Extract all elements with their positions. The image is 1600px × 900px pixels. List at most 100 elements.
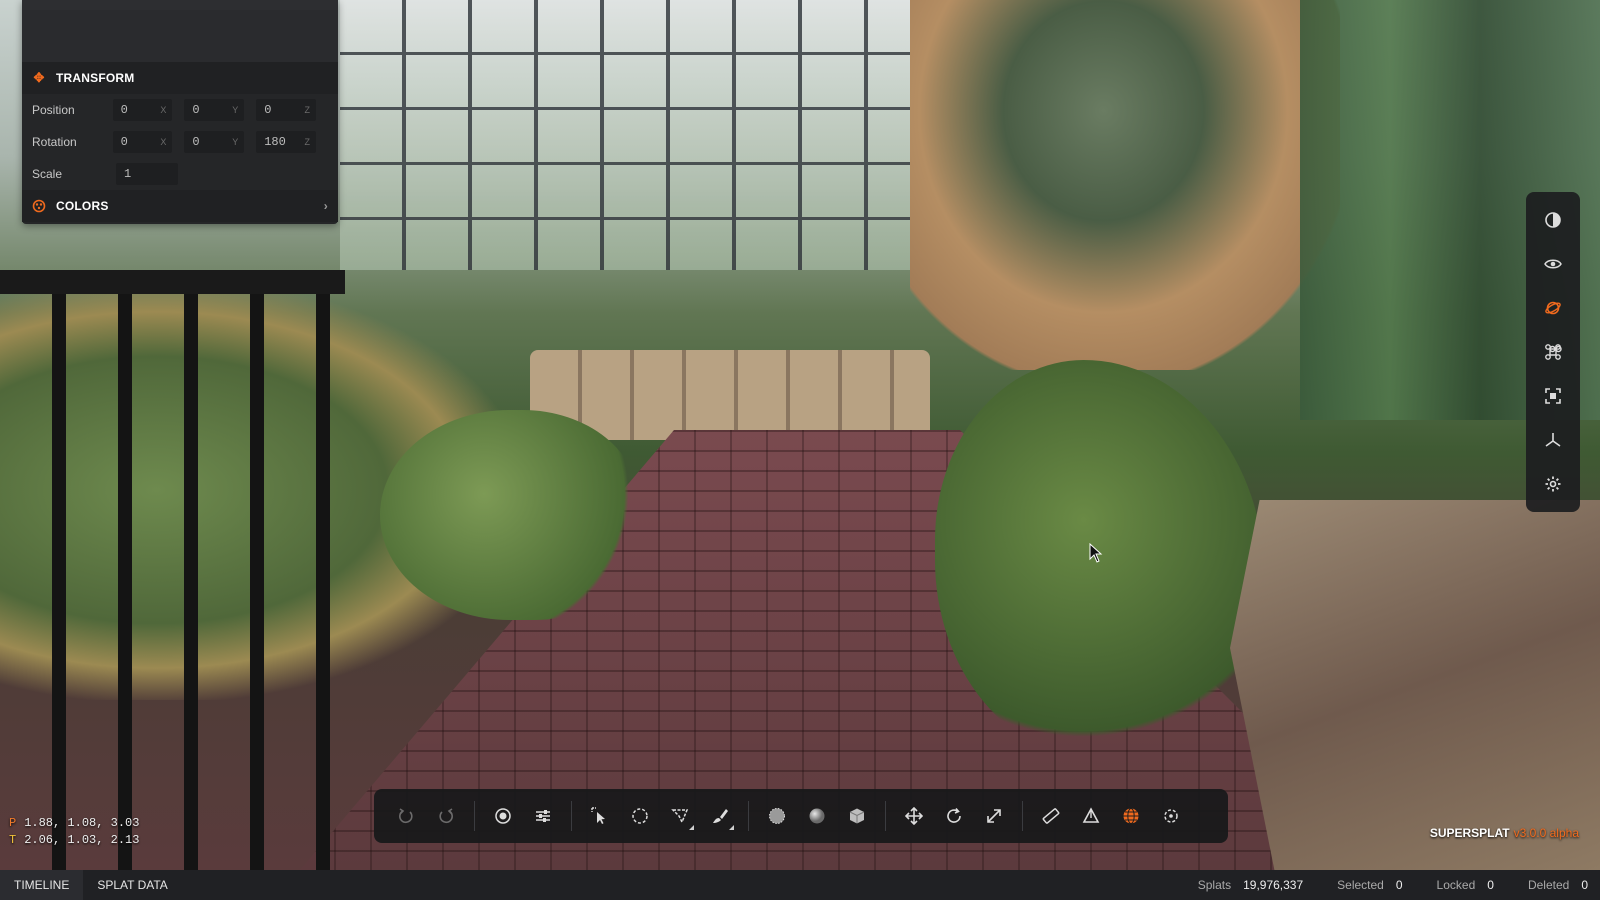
origin-icon — [1164, 809, 1178, 823]
rotation-row: Rotation 0X 0Y 180 Z — [22, 126, 338, 158]
colors-header[interactable]: COLORS › — [22, 190, 338, 222]
brand-name: SUPERSPLAT — [1429, 826, 1510, 840]
submenu-indicator — [729, 825, 734, 830]
colors-title: COLORS — [56, 199, 109, 213]
camera-target: T 2.06, 1.03, 2.13 — [9, 833, 140, 847]
rotation-z-input[interactable]: 180 Z — [256, 131, 317, 153]
box-select-button[interactable] — [837, 796, 877, 836]
axes-icon — [1545, 433, 1561, 447]
stat-locked: Locked 0 — [1436, 878, 1494, 892]
stat-splats: Splats 19,976,337 — [1197, 878, 1304, 892]
splat-view-button[interactable] — [757, 796, 797, 836]
picker-icon — [495, 808, 511, 824]
toolbar-separator — [1022, 801, 1023, 831]
undo-button[interactable] — [386, 796, 426, 836]
coord-space-icon — [1123, 808, 1139, 824]
camera-readout: P 1.88, 1.08, 3.03 T 2.06, 1.03, 2.13 — [9, 815, 139, 849]
pivot-button[interactable] — [1071, 796, 1111, 836]
rotation-x-input[interactable]: 0X — [112, 131, 173, 153]
position-z-input[interactable]: 0Z — [256, 99, 317, 121]
scene-railing-top — [0, 270, 345, 294]
properties-panel: ✥ TRANSFORM Position 0X 0Y 0Z Rotation 0… — [22, 0, 338, 224]
toolbar-separator — [885, 801, 886, 831]
sliders-icon — [536, 810, 550, 822]
lasso-icon — [632, 808, 648, 824]
brand-version: v3.0.0 alpha — [1513, 826, 1579, 840]
scale-button[interactable] — [974, 796, 1014, 836]
coord-space-button[interactable] — [1111, 796, 1151, 836]
splat-stats: Splats 19,976,337 Selected 0 Locked 0 Delet… — [1164, 878, 1600, 892]
view-toolbar — [1526, 192, 1580, 512]
scene-agave-plant — [910, 0, 1340, 370]
polygon-select-icon — [671, 809, 689, 824]
box-icon — [849, 808, 865, 824]
measure-icon — [1042, 808, 1060, 824]
orbit-icon — [1545, 301, 1561, 315]
measure-button[interactable] — [1031, 796, 1071, 836]
rotation-y-input[interactable]: 0Y — [184, 131, 245, 153]
origin-button[interactable] — [1151, 796, 1191, 836]
orbit-button[interactable] — [1535, 290, 1571, 326]
scale-input[interactable]: 1 — [116, 163, 178, 185]
submenu-indicator — [689, 825, 694, 830]
gear-icon — [1545, 476, 1561, 492]
undo-icon — [399, 808, 413, 824]
status-bar: TIMELINE SPLAT DATA Splats 19,976,337 Sel… — [0, 870, 1600, 900]
scale-label: Scale — [32, 167, 63, 181]
polygon-select-button[interactable] — [660, 796, 700, 836]
brush-icon — [713, 809, 728, 823]
transform-header[interactable]: ✥ TRANSFORM — [22, 62, 338, 94]
toolbar-separator — [748, 801, 749, 831]
translate-button[interactable] — [894, 796, 934, 836]
frame-icon — [1545, 388, 1561, 404]
tab-timeline[interactable]: TIMELINE — [0, 870, 84, 900]
pointer-select-icon — [591, 807, 605, 824]
toolbar-separator — [571, 801, 572, 831]
position-x-input[interactable]: 0X — [112, 99, 173, 121]
splat-view-icon — [769, 808, 785, 824]
redo-icon — [439, 808, 453, 824]
frame-selection-button[interactable] — [1535, 378, 1571, 414]
palette-icon — [32, 199, 46, 213]
chevron-right-icon: › — [323, 199, 328, 213]
contrast-icon — [1545, 212, 1561, 228]
eye-icon — [1544, 259, 1562, 269]
edit-toolbar — [374, 789, 1228, 843]
position-label: Position — [32, 103, 75, 117]
shortcuts-button[interactable] — [1535, 334, 1571, 370]
rotate-icon — [947, 807, 961, 823]
pointer-select-button[interactable] — [580, 796, 620, 836]
redo-button[interactable] — [426, 796, 466, 836]
rotate-button[interactable] — [934, 796, 974, 836]
position-row: Position 0X 0Y 0Z — [22, 94, 338, 126]
scene-moss-bush-left — [380, 410, 640, 620]
scale-icon — [987, 809, 1001, 823]
sphere-select-button[interactable] — [797, 796, 837, 836]
panel-previous-section — [22, 10, 338, 62]
adjust-button[interactable] — [523, 796, 563, 836]
transform-title: TRANSFORM — [56, 71, 135, 85]
visibility-button[interactable] — [1535, 246, 1571, 282]
stat-selected: Selected 0 — [1337, 878, 1403, 892]
brush-select-button[interactable] — [700, 796, 740, 836]
move-icon: ✥ — [33, 70, 45, 85]
panel-top-strip — [22, 0, 338, 10]
picker-button[interactable] — [483, 796, 523, 836]
tab-splat-data[interactable]: SPLAT DATA — [83, 870, 181, 900]
contrast-button[interactable] — [1535, 202, 1571, 238]
app-brand: SUPERSPLAT v3.0.0 alpha — [1430, 826, 1579, 840]
pivot-icon — [1082, 807, 1100, 823]
position-y-input[interactable]: 0Y — [184, 99, 245, 121]
stat-deleted: Deleted 0 — [1527, 878, 1588, 892]
scene-railing — [0, 270, 360, 870]
toolbar-separator — [474, 801, 475, 831]
axes-button[interactable] — [1535, 422, 1571, 458]
translate-icon — [905, 807, 923, 825]
sphere-icon — [809, 808, 825, 824]
camera-position: P 1.88, 1.08, 3.03 — [9, 816, 140, 830]
scene-rocks-right — [1230, 500, 1600, 870]
lasso-select-button[interactable] — [620, 796, 660, 836]
scale-row: Scale 1 — [22, 158, 338, 190]
settings-button[interactable] — [1535, 466, 1571, 502]
rotation-label: Rotation — [32, 135, 77, 149]
